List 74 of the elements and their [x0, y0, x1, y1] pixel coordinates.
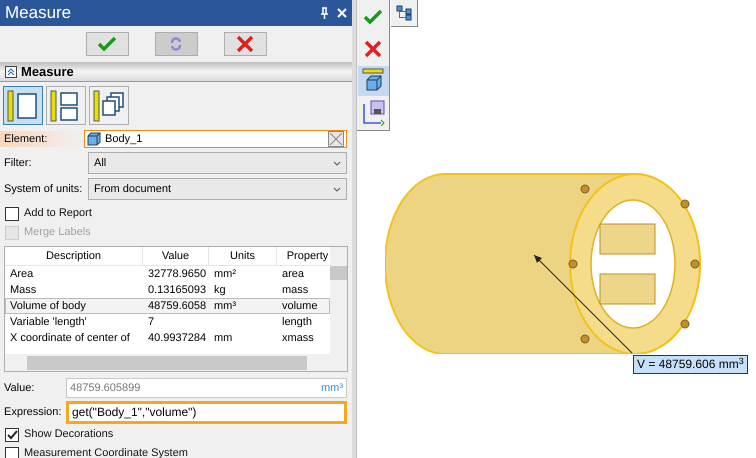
- mode-button[interactable]: [89, 86, 129, 125]
- section-title: Measure: [21, 62, 74, 81]
- caret-icon: [333, 160, 341, 166]
- element-field[interactable]: Body_1: [84, 130, 347, 148]
- table-cell: mm²: [214, 268, 236, 280]
- hierarchy-icon: [396, 5, 412, 21]
- clear-icon[interactable]: [328, 131, 344, 147]
- table-row[interactable]: X coordinate of center of 40.9937284 mm xmass: [5, 330, 330, 346]
- ruler-frame-icon: [92, 88, 126, 122]
- checkbox-label: Merge Labels: [24, 225, 91, 240]
- refresh-icon: [169, 36, 183, 52]
- horizontal-scrollbar[interactable]: [5, 354, 347, 371]
- tree-view-button[interactable]: [391, 0, 418, 27]
- column-header[interactable]: Units: [209, 247, 277, 266]
- cancel-button[interactable]: [224, 32, 266, 56]
- vertical-scrollbar[interactable]: [330, 247, 347, 354]
- table-cell: mm³: [214, 300, 236, 312]
- table-row[interactable]: Area 32778.9650 mm² area: [5, 266, 330, 282]
- field-value: Body_1: [105, 132, 144, 147]
- checkmark-icon: [363, 9, 383, 25]
- volume-callout: V = 48759.606 mm$^{3}$: [633, 355, 748, 374]
- field-label: Expression:: [3, 404, 62, 420]
- dropdown[interactable]: All: [88, 152, 347, 174]
- column-header[interactable]: Value: [143, 247, 209, 266]
- table-cell: area: [282, 268, 304, 280]
- table-cell: 48759.6058: [148, 300, 206, 312]
- table-cell: X coordinate of center of: [10, 332, 130, 344]
- mode-button[interactable]: [46, 86, 86, 125]
- table-cell: 7: [148, 316, 154, 328]
- checkbox[interactable]: [5, 428, 19, 442]
- cube-icon: [87, 132, 101, 146]
- checkbox-label: Show Decorations: [24, 427, 114, 442]
- table-cell: volume: [282, 300, 318, 312]
- field-label: Value:: [3, 380, 36, 396]
- ok-button[interactable]: [86, 32, 128, 56]
- unit-label: mm³: [321, 380, 343, 396]
- table-cell: Area: [10, 268, 34, 280]
- table-cell: 40.9937284: [148, 332, 206, 344]
- table-row[interactable]: Volume of body 48759.6058 mm³ volume: [5, 298, 330, 314]
- field-label: Filter:: [3, 156, 32, 171]
- pin-icon[interactable]: [320, 7, 329, 19]
- checkbox[interactable]: [5, 446, 19, 458]
- checkmark-icon: [97, 36, 117, 52]
- checkbox-label: Add to Report: [24, 206, 92, 222]
- table-cell: mm: [214, 332, 232, 344]
- expression-field[interactable]: get("Body_1","volume"): [66, 400, 347, 424]
- field-label: System of units:: [3, 182, 84, 197]
- dropdown[interactable]: From document: [88, 178, 347, 200]
- toolbar-button[interactable]: [358, 66, 388, 96]
- table-cell: 0.13165093: [148, 284, 206, 296]
- close-icon[interactable]: [337, 8, 347, 18]
- table-cell: mass: [282, 284, 308, 296]
- table-cell: kg: [214, 284, 226, 296]
- column-header[interactable]: Description: [5, 247, 143, 266]
- table-cell: Mass: [10, 284, 36, 296]
- table-cell: Variable 'length': [10, 316, 87, 328]
- value-field: 48759.605899 mm³: [66, 378, 347, 398]
- checkmark-icon: [6, 430, 18, 440]
- table-row[interactable]: Mass 0.13165093 kg mass: [5, 282, 330, 298]
- table-cell: Volume of body: [10, 300, 86, 312]
- checkbox[interactable]: [5, 206, 19, 220]
- mode-button[interactable]: [3, 86, 43, 125]
- collapse-icon[interactable]: [5, 66, 17, 78]
- axes-disk-icon: [361, 100, 385, 126]
- table-cell: length: [282, 316, 312, 328]
- close-icon: [236, 35, 254, 53]
- caret-icon: [333, 186, 341, 192]
- table-cell: 32778.9650: [148, 268, 206, 280]
- close-icon: [364, 40, 382, 58]
- table-row[interactable]: Variable 'length' 7 length: [5, 314, 330, 330]
- ruler-frame-icon: [6, 88, 40, 122]
- table-cell: xmass: [282, 332, 314, 344]
- panel-title: Measure: [5, 2, 72, 24]
- section-header[interactable]: Measure: [0, 62, 352, 82]
